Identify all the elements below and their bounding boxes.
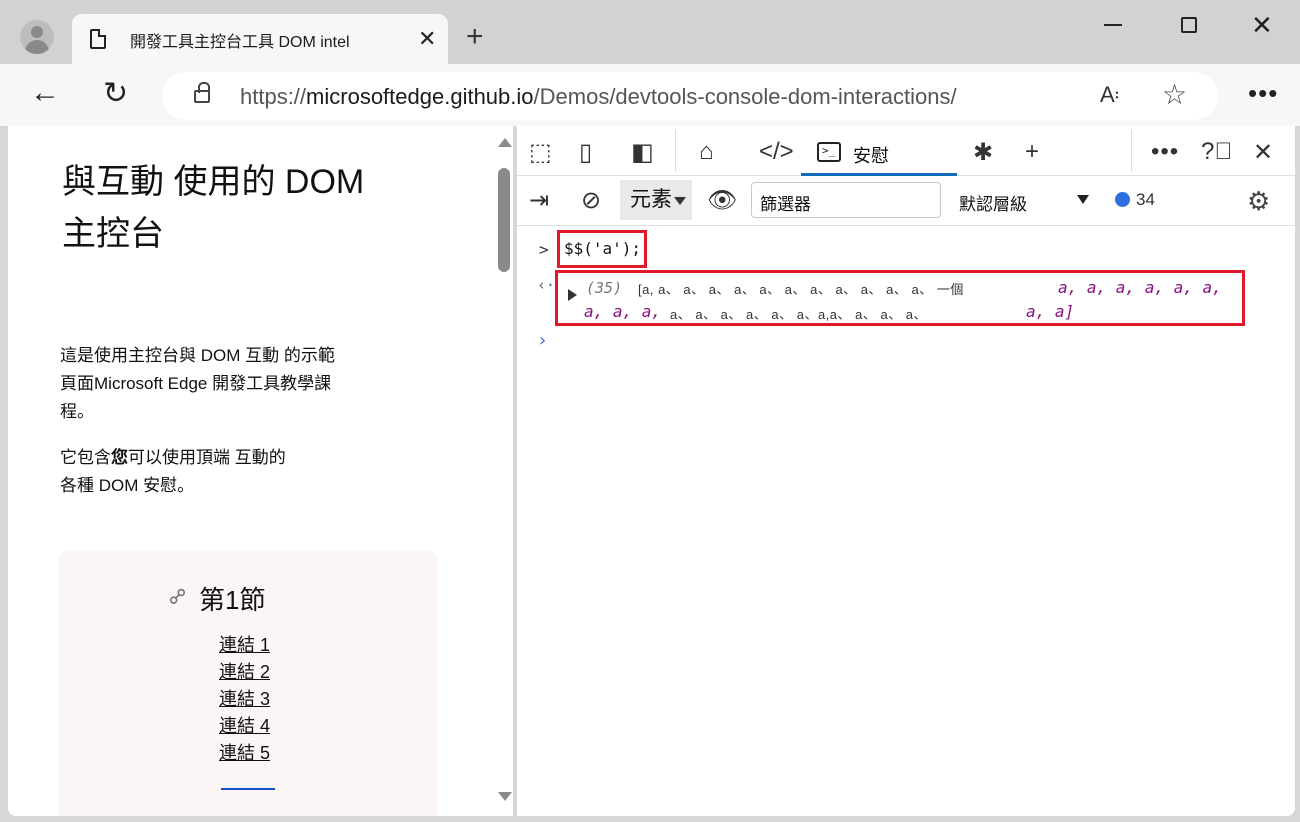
- result-line-2-italic-b[interactable]: a, a]: [1026, 302, 1074, 321]
- section-1: ⚯ 第1節 連結 1 連結 2 連結 3 連結 4 連結 5: [59, 550, 437, 816]
- link-4[interactable]: 連結 4: [219, 713, 270, 740]
- refresh-button[interactable]: ↻: [103, 76, 128, 111]
- result-line-1-plain[interactable]: [a, a、 a、 a、 a、 a、 a、 a、 a、 a、 a、 a、 一個: [638, 279, 964, 298]
- scroll-up-icon[interactable]: [498, 138, 512, 147]
- console-input-prompt[interactable]: ›: [537, 330, 548, 351]
- document-icon: [90, 29, 106, 49]
- devtools-tab-bar: ⬚ ▯ ◧ ⌂ </> >_ 安慰 ✱ + ••• ?⃝ ✕: [517, 126, 1295, 176]
- url-prefix: https://: [240, 84, 307, 109]
- result-highlight-box: (35) [a, a、 a、 a、 a、 a、 a、 a、 a、 a、 a、 a…: [555, 270, 1245, 326]
- log-levels-dropdown[interactable]: 默認層級: [959, 190, 1027, 215]
- new-tab-button[interactable]: +: [466, 22, 484, 52]
- browser-toolbar: ← ↻ https://microsoftedge.github.io/Demo…: [0, 64, 1300, 126]
- address-bar[interactable]: https://microsoftedge.github.io/Demos/de…: [162, 72, 1218, 120]
- close-window-button[interactable]: ✕: [1251, 10, 1273, 41]
- command-highlight-box: $$('a');: [557, 230, 647, 268]
- context-selector[interactable]: 元素: [620, 180, 692, 220]
- filter-input[interactable]: 篩選器: [751, 182, 941, 218]
- separator: [675, 130, 676, 172]
- console-tab-label: 安慰: [853, 146, 889, 166]
- sidebar-toggle-icon[interactable]: ⇥: [529, 186, 549, 215]
- result-line-2-italic-a[interactable]: a, a, a,: [584, 302, 661, 321]
- close-tab-icon[interactable]: ✕: [418, 28, 436, 50]
- device-emulation-icon[interactable]: ▯: [579, 138, 592, 167]
- expand-triangle-icon[interactable]: [568, 289, 577, 301]
- message-count-badge[interactable]: 34: [1115, 190, 1155, 210]
- intro-paragraph-1: 這是使用主控台與 DOM 互動 的示範頁面Microsoft Edge 開發工具…: [60, 346, 335, 421]
- help-icon[interactable]: ?⃝: [1201, 138, 1232, 166]
- web-page: 與互動 使用的 DOM 主控台 這是使用主控台與 DOM 互動 的示範頁面Mic…: [8, 126, 513, 816]
- scroll-thumb[interactable]: [498, 168, 510, 272]
- link-2[interactable]: 連結 2: [219, 659, 270, 686]
- minimize-button[interactable]: [1104, 24, 1122, 26]
- url-text[interactable]: https://microsoftedge.github.io/Demos/de…: [240, 84, 957, 110]
- tab-console[interactable]: >_ 安慰: [801, 130, 957, 176]
- link-icon[interactable]: ⚯: [163, 581, 194, 612]
- result-count: (35): [586, 279, 623, 297]
- intro2-text-a: 它包含: [60, 448, 111, 467]
- console-icon: >_: [817, 142, 841, 162]
- chevron-down-icon[interactable]: [1077, 195, 1089, 204]
- browser-more-icon[interactable]: •••: [1248, 78, 1278, 109]
- maximize-button[interactable]: [1181, 17, 1197, 33]
- return-value-icon: ‹·: [537, 276, 556, 294]
- read-aloud-icon[interactable]: A𝄈: [1100, 82, 1119, 108]
- lock-icon[interactable]: [194, 82, 210, 103]
- console-toolbar: ⇥ ⊘ 元素 👁 篩選器 默認層級 34 ⚙: [517, 176, 1295, 226]
- favorite-star-icon[interactable]: ☆: [1162, 78, 1187, 111]
- section-title: 第1節: [199, 585, 266, 615]
- result-line-1-italic[interactable]: a, a, a, a, a, a,: [1058, 278, 1222, 297]
- url-host: microsoftedge.github.io: [306, 84, 534, 109]
- page-heading: 與互動 使用的 DOM 主控台: [62, 163, 365, 253]
- input-prompt-icon: >: [539, 240, 549, 259]
- elements-tab-icon[interactable]: </>: [759, 138, 794, 166]
- dock-side-icon[interactable]: ◧: [631, 138, 654, 167]
- page-scrollbar[interactable]: [493, 126, 513, 816]
- title-bar: 開發工具主控台工具 DOM intel ✕ + ✕: [0, 0, 1300, 64]
- more-tools-plus-icon[interactable]: +: [1025, 138, 1039, 166]
- close-devtools-icon[interactable]: ✕: [1253, 138, 1273, 167]
- back-button[interactable]: ←: [30, 76, 60, 110]
- welcome-home-icon[interactable]: ⌂: [699, 138, 714, 166]
- result-line-2-plain[interactable]: a、 a、 a、 a、 a、 a、a,a、 a、 a、 a、: [670, 304, 927, 323]
- link-5[interactable]: 連結 5: [219, 740, 270, 767]
- customize-more-icon[interactable]: •••: [1151, 138, 1179, 166]
- link-3[interactable]: 連結 3: [219, 686, 270, 713]
- url-path: /Demos/devtools-console-dom-interactions…: [533, 84, 957, 109]
- browser-tab[interactable]: 開發工具主控台工具 DOM intel ✕: [72, 14, 448, 64]
- console-settings-gear-icon[interactable]: ⚙: [1247, 186, 1270, 217]
- debug-bug-icon[interactable]: ✱: [973, 138, 993, 167]
- message-count: 34: [1136, 190, 1155, 209]
- live-expression-eye-icon[interactable]: 👁: [707, 186, 737, 215]
- link-1[interactable]: 連結 1: [219, 632, 270, 659]
- separator: [1131, 130, 1132, 172]
- clear-console-icon[interactable]: ⊘: [581, 186, 601, 215]
- tab-title: 開發工具主控台工具 DOM intel: [130, 34, 350, 51]
- scroll-down-icon[interactable]: [498, 792, 512, 801]
- devtools-panel: ⬚ ▯ ◧ ⌂ </> >_ 安慰 ✱ + ••• ?⃝ ✕ ⇥ ⊘ 元素 👁 …: [517, 126, 1295, 816]
- inspect-element-icon[interactable]: ⬚: [529, 138, 552, 167]
- intro-paragraph-2: 它包含您可以使用頂端 互動的各種 DOM 安慰。: [60, 444, 300, 500]
- console-command[interactable]: $$('a');: [564, 239, 641, 258]
- partial-link[interactable]: [221, 788, 275, 790]
- message-icon: [1115, 192, 1130, 207]
- links-list: 連結 1 連結 2 連結 3 連結 4 連結 5: [219, 632, 270, 767]
- intro2-bold: 您: [111, 448, 128, 467]
- profile-avatar[interactable]: [20, 20, 54, 54]
